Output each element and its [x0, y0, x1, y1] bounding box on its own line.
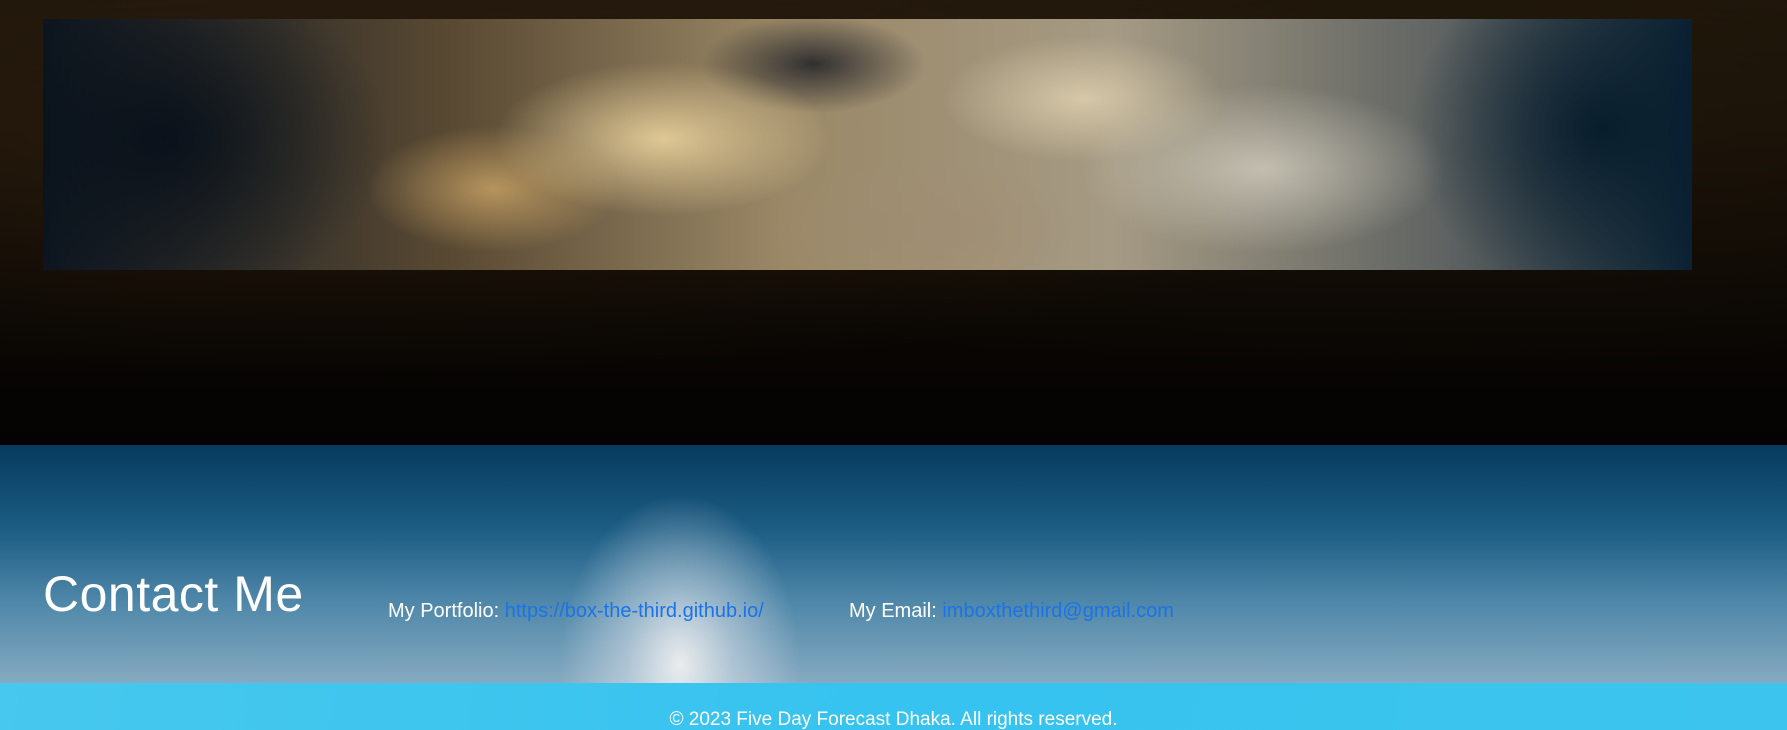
portfolio-line: My Portfolio: https://box-the-third.gith…	[388, 600, 764, 623]
contact-title: Contact Me	[43, 566, 304, 622]
email-label: My Email:	[849, 600, 937, 622]
page-background	[0, 0, 1787, 445]
portfolio-label: My Portfolio:	[388, 600, 500, 622]
site-footer: © 2023 Five Day Forecast Dhaka. All righ…	[0, 683, 1787, 730]
portfolio-link[interactable]: https://box-the-third.github.io/	[505, 600, 764, 622]
hero-banner-image	[43, 19, 1692, 270]
copyright-text: © 2023 Five Day Forecast Dhaka. All righ…	[669, 709, 1118, 730]
email-link[interactable]: imboxthethird@gmail.com	[942, 600, 1174, 622]
contact-section: Contact Me My Portfolio: https://box-the…	[0, 445, 1787, 683]
email-line: My Email: imboxthethird@gmail.com	[849, 600, 1174, 623]
